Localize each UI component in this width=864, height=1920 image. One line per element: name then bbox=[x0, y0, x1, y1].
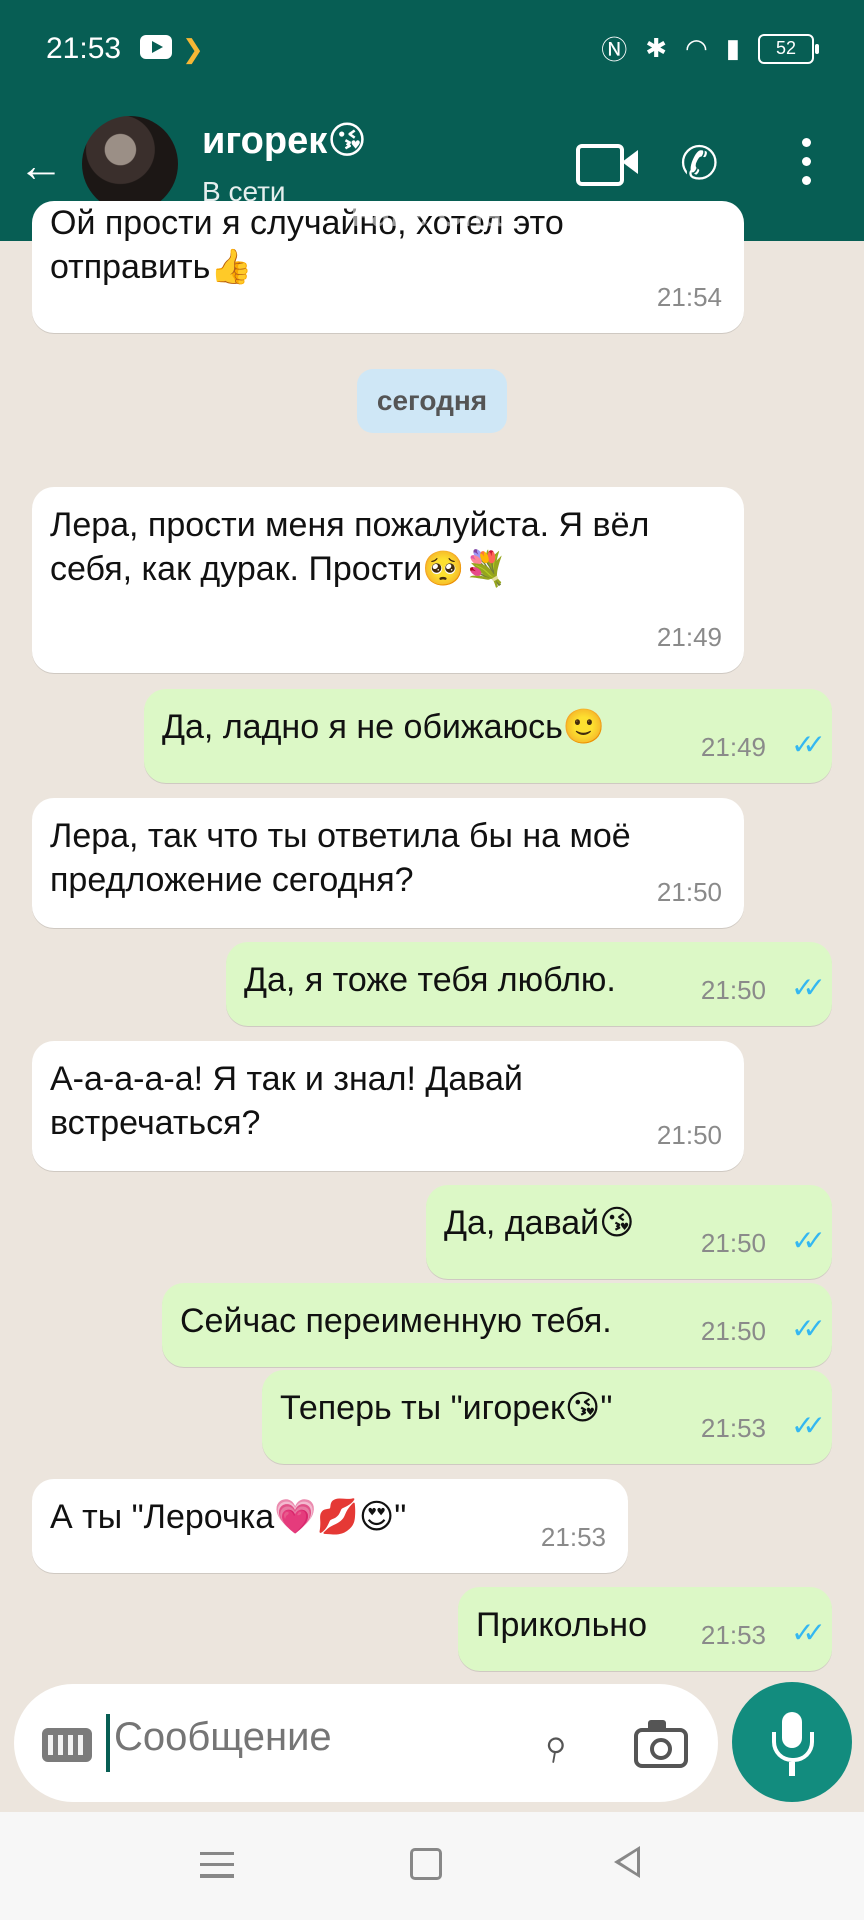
message-time: 21:50 bbox=[656, 877, 722, 907]
message-in[interactable]: А ты "Лерочка💗💋😍" 21:53 bbox=[32, 1479, 628, 1573]
message-time: 21:49 bbox=[656, 622, 722, 652]
read-ticks-icon: ✓✓ bbox=[791, 1410, 826, 1441]
message-out[interactable]: Да, я тоже тебя люблю. 21:50 ✓✓ bbox=[226, 942, 832, 1026]
status-time: 21:53 bbox=[46, 32, 122, 65]
message-out[interactable]: Да, давай😘 21:50 ✓✓ bbox=[426, 1185, 832, 1279]
battery-icon: 52 bbox=[758, 33, 819, 64]
message-input[interactable] bbox=[112, 1714, 416, 1761]
chat-area[interactable]: Ой прости я случайно, хотел это отправит… bbox=[0, 201, 864, 1671]
system-nav-bar bbox=[0, 1812, 864, 1920]
message-text: Прикольно bbox=[476, 1606, 647, 1644]
back-icon[interactable] bbox=[614, 1846, 640, 1878]
mic-button[interactable] bbox=[732, 1682, 852, 1802]
back-arrow-icon[interactable]: ← bbox=[18, 142, 64, 188]
message-out[interactable]: Прикольно 21:53 ✓✓ bbox=[458, 1587, 832, 1671]
video-call-icon[interactable] bbox=[576, 144, 638, 186]
camera-icon[interactable] bbox=[634, 1720, 688, 1768]
message-time: 21:50 bbox=[656, 1120, 722, 1150]
message-time: 21:53 bbox=[700, 1620, 766, 1650]
date-separator: сегодня bbox=[357, 369, 507, 433]
message-time: 21:53 bbox=[700, 1413, 766, 1443]
contact-name[interactable]: игорек😘 bbox=[202, 118, 367, 163]
keyboard-icon[interactable] bbox=[42, 1728, 92, 1762]
message-out[interactable]: Да, ладно я не обижаюсь🙂 21:49 ✓✓ bbox=[144, 689, 832, 783]
message-out[interactable]: Теперь ты "игорек😘" 21:53 ✓✓ bbox=[262, 1370, 832, 1464]
message-time: 21:50 bbox=[700, 975, 766, 1005]
status-bar: 21:53 ❯ Ⓝ ✱ ◠ ▮ 52 bbox=[0, 0, 864, 100]
read-ticks-icon: ✓✓ bbox=[791, 1225, 826, 1256]
message-composer[interactable]: ⌕ bbox=[14, 1684, 718, 1802]
message-text: А ты "Лерочка💗💋😍" bbox=[50, 1498, 407, 1536]
message-text: Сейчас переименную тебя. bbox=[180, 1302, 612, 1340]
home-icon[interactable] bbox=[410, 1848, 442, 1880]
message-time: 21:49 bbox=[700, 732, 766, 762]
signal-icon: ▮ bbox=[725, 33, 740, 63]
message-out[interactable]: Сейчас переименную тебя. 21:50 ✓✓ bbox=[162, 1283, 832, 1367]
message-in[interactable]: Лера, прости меня пожалуйста. Я вёл себя… bbox=[32, 487, 744, 673]
message-text: Теперь ты "игорек😘" bbox=[280, 1389, 613, 1427]
message-text: Да, я тоже тебя люблю. bbox=[244, 961, 616, 999]
text-cursor bbox=[106, 1714, 110, 1772]
phone-call-icon[interactable]: ✆ bbox=[680, 136, 719, 190]
message-time: 21:54 bbox=[656, 282, 722, 312]
message-time: 21:50 bbox=[700, 1228, 766, 1258]
watermark: Fake Chat bbox=[350, 196, 514, 234]
message-text: Да, ладно я не обижаюсь🙂 bbox=[162, 708, 606, 746]
attach-icon[interactable]: ⌕ bbox=[528, 1714, 581, 1775]
more-options-icon[interactable] bbox=[800, 138, 812, 190]
message-time: 21:53 bbox=[540, 1522, 606, 1552]
message-time: 21:50 bbox=[700, 1316, 766, 1346]
message-text: Лера, прости меня пожалуйста. Я вёл себя… bbox=[50, 506, 650, 588]
read-ticks-icon: ✓✓ bbox=[791, 729, 826, 760]
wifi-icon: ◠ bbox=[685, 33, 708, 63]
youtube-icon bbox=[140, 35, 172, 59]
recent-apps-icon[interactable] bbox=[200, 1852, 234, 1878]
message-text: А-а-а-а-а! Я так и знал! Давай встречать… bbox=[50, 1060, 523, 1142]
message-text: Лера, так что ты ответила бы на моё пред… bbox=[50, 817, 631, 899]
read-ticks-icon: ✓✓ bbox=[791, 1313, 826, 1344]
nfc-icon: Ⓝ bbox=[601, 35, 628, 65]
message-text: Да, давай😘 bbox=[444, 1204, 635, 1242]
read-ticks-icon: ✓✓ bbox=[791, 972, 826, 1003]
read-ticks-icon: ✓✓ bbox=[791, 1617, 826, 1648]
message-in[interactable]: А-а-а-а-а! Я так и знал! Давай встречать… bbox=[32, 1041, 744, 1171]
bluetooth-icon: ✱ bbox=[645, 33, 667, 63]
app-notification-icon: ❯ bbox=[182, 34, 204, 64]
status-icons: Ⓝ ✱ ◠ ▮ 52 bbox=[601, 30, 819, 67]
message-in[interactable]: Лера, так что ты ответила бы на моё пред… bbox=[32, 798, 744, 928]
